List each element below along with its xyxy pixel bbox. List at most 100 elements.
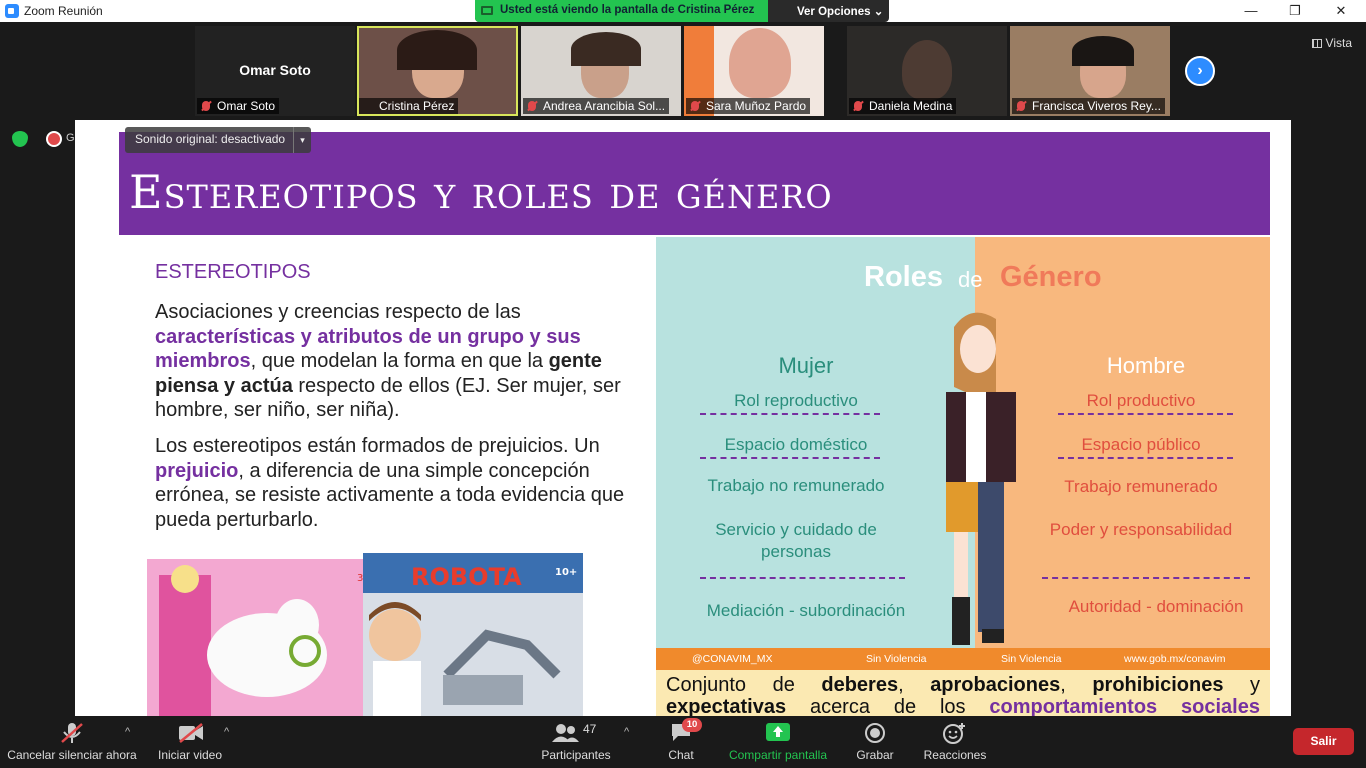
text-run: , (1060, 674, 1093, 696)
roles-heading-a: Roles (864, 261, 943, 293)
next-page-button[interactable]: › (1185, 56, 1215, 86)
boy-face (369, 609, 421, 661)
roles-definition: Conjunto de deberes, aprobaciones, prohi… (656, 670, 1270, 716)
participant-name-text: Omar Soto (217, 99, 276, 113)
share-screen-label: Compartir pantalla (728, 748, 828, 762)
participants-options-caret[interactable]: ^ (624, 726, 629, 738)
participant-name-text: Sara Muñoz Pardo (706, 99, 807, 113)
recording-icon[interactable] (46, 131, 62, 147)
security-shield-icon[interactable] (12, 131, 28, 147)
doll-figure (159, 575, 211, 716)
chevron-down-icon[interactable]: ▾ (293, 127, 311, 153)
meeting-status: G (12, 131, 75, 152)
mujer-item: Servicio y cuidado de personas (715, 520, 877, 561)
mic-muted-icon (854, 101, 862, 111)
participant-name: Cristina Pérez (359, 98, 459, 114)
participant-tile[interactable]: Daniela Medina (847, 26, 1007, 116)
participant-name: Daniela Medina (849, 98, 957, 114)
character-pants (978, 482, 1004, 632)
unmute-label: Cancelar silenciar ahora (7, 748, 137, 762)
text-run-highlight: comportamientos sociales (989, 696, 1260, 716)
view-button[interactable]: Vista (1311, 36, 1352, 50)
hombre-item: Autoridad - dominación (1068, 597, 1244, 616)
text-run-bold: prohibiciones (1092, 674, 1224, 696)
share-screen-button[interactable]: Compartir pantalla (722, 716, 834, 768)
boy-coat (373, 661, 421, 716)
text-run: acerca de los (786, 696, 990, 716)
leave-meeting-button[interactable]: Salir (1293, 728, 1354, 755)
maximize-button[interactable]: ❐ (1280, 2, 1310, 20)
participant-hair (571, 32, 641, 66)
record-icon (863, 722, 887, 743)
record-button[interactable]: Grabar (850, 716, 900, 768)
participant-tile[interactable]: Omar Soto Omar Soto (195, 26, 355, 116)
mujer-item: Mediación - subordinación (706, 601, 906, 620)
dashed-divider (700, 577, 905, 579)
unmute-button[interactable]: Cancelar silenciar ahora (4, 716, 140, 768)
chat-button[interactable]: 10 Chat (656, 716, 706, 768)
participants-label: Participantes (541, 748, 611, 762)
participant-name-text: Francisca Viveros Rey... (1032, 99, 1161, 113)
chat-label: Chat (668, 748, 694, 762)
participant-tile[interactable]: Francisca Viveros Rey... (1010, 26, 1170, 116)
participant-name: Andrea Arancibia Sol... (523, 98, 670, 114)
text-run-highlight: prejuicio (155, 459, 239, 482)
participants-icon: 47 (551, 722, 601, 742)
shared-screen: Estereotipos y roles de género ESTEREOTI… (75, 120, 1291, 716)
participant-tile[interactable]: Sara Muñoz Pardo (684, 26, 824, 116)
chevron-right-icon: › (1197, 62, 1203, 79)
prejudice-definition: Los estereotipos están formados de preju… (155, 434, 625, 532)
character-shoe (982, 629, 1004, 643)
robot-brand: ROBOTA (411, 563, 522, 591)
mic-muted-icon (60, 722, 84, 743)
reactions-button[interactable]: Reacciones (920, 716, 990, 768)
mic-muted-icon (691, 101, 699, 111)
start-video-label: Iniciar video (157, 748, 223, 762)
view-options-button[interactable]: Ver Opciones ⌄ (797, 4, 883, 18)
start-video-button[interactable]: Iniciar video (150, 716, 230, 768)
character-face (960, 325, 996, 373)
footer-facebook: Sin Violencia (866, 653, 927, 665)
mujer-item: Espacio doméstico (724, 435, 868, 454)
view-label: Vista (1325, 36, 1352, 50)
hombre-label: Hombre (1106, 353, 1186, 378)
mic-muted-icon (202, 101, 210, 111)
participant-name-text: Cristina Pérez (379, 99, 455, 113)
horse-head (275, 599, 319, 651)
participants-button[interactable]: 47 Participantes (536, 716, 616, 768)
dashed-divider (1042, 577, 1250, 579)
minimize-button[interactable]: — (1236, 2, 1266, 20)
chat-icon: 10 (669, 718, 702, 742)
character-skirt (946, 482, 978, 532)
hombre-item: Espacio público (1081, 435, 1201, 454)
hombre-item: Poder y responsabilidad (1049, 520, 1233, 539)
video-options-caret[interactable]: ^ (224, 726, 229, 738)
character-shirt (966, 392, 986, 482)
participant-hair (1072, 36, 1134, 66)
text-run-bold: aprobaciones (930, 674, 1061, 696)
stereotypes-definition: Asociaciones y creencias respecto de las… (155, 300, 625, 423)
robot-age: 10+ (555, 567, 577, 578)
footer-website: www.gob.mx/conavim (1124, 653, 1226, 665)
gender-character-illustration (946, 312, 1016, 645)
participant-video (902, 40, 952, 100)
hombre-item: Rol productivo (1086, 391, 1196, 410)
roles-heading-c: Género (1000, 261, 1102, 293)
meeting-toolbar: Cancelar silenciar ahora ^ Iniciar video… (0, 716, 1366, 768)
mujer-item: Trabajo no remunerado (707, 476, 885, 495)
participant-tile[interactable]: Andrea Arancibia Sol... (521, 26, 681, 116)
text-run: Los estereotipos están formados de preju… (155, 435, 600, 457)
original-sound-toggle[interactable]: Sonido original: desactivado ▾ (125, 127, 311, 153)
recording-label: G (66, 132, 75, 144)
mujer-item: Rol reproductivo (734, 391, 858, 410)
character-boot (952, 597, 970, 645)
participant-tile-active[interactable]: Cristina Pérez (357, 26, 518, 116)
age-small: 3 (357, 573, 363, 584)
reactions-label: Reacciones (923, 748, 987, 762)
audio-options-caret[interactable]: ^ (125, 726, 130, 738)
participant-name: Francisca Viveros Rey... (1012, 98, 1165, 114)
close-button[interactable]: ✕ (1326, 2, 1356, 20)
text-run: , que modelan la forma en que la (250, 350, 549, 372)
mujer-label: Mujer (778, 353, 834, 378)
footer-instagram: Sin Violencia (1001, 653, 1062, 665)
